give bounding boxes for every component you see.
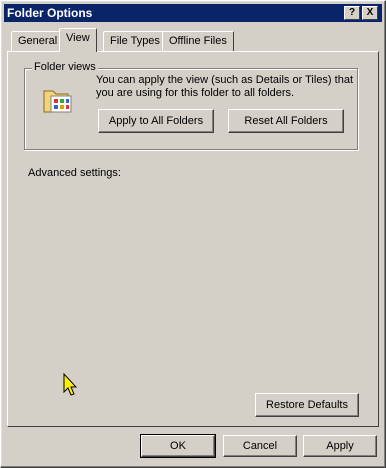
apply-button[interactable]: Apply bbox=[303, 435, 377, 457]
help-button[interactable]: ? bbox=[344, 6, 360, 20]
folder-options-dialog: Folder Options ? X General View File Typ… bbox=[0, 0, 386, 468]
reset-all-folders-button[interactable]: Reset All Folders bbox=[228, 109, 344, 133]
title-bar[interactable]: Folder Options ? X bbox=[4, 4, 382, 22]
tab-view[interactable]: View bbox=[59, 28, 97, 52]
folder-views-description: You can apply the view (such as Details … bbox=[96, 74, 354, 99]
cancel-button[interactable]: Cancel bbox=[223, 435, 297, 457]
view-tab-panel: Folder views You can apply the view (suc… bbox=[7, 51, 379, 427]
folder-views-icon bbox=[43, 90, 72, 113]
tab-file-types[interactable]: File Types bbox=[103, 31, 167, 51]
advanced-settings-label: Advanced settings: bbox=[28, 167, 121, 179]
tab-general[interactable]: General bbox=[11, 31, 65, 51]
apply-to-all-folders-button[interactable]: Apply to All Folders bbox=[98, 109, 214, 133]
mouse-cursor-icon bbox=[63, 373, 78, 396]
close-button[interactable]: X bbox=[362, 6, 378, 20]
ok-button[interactable]: OK bbox=[140, 434, 216, 458]
folder-views-legend: Folder views bbox=[32, 61, 98, 73]
window-title: Folder Options bbox=[7, 6, 93, 20]
tab-offline-files[interactable]: Offline Files bbox=[162, 31, 234, 51]
restore-defaults-button[interactable]: Restore Defaults bbox=[255, 393, 359, 417]
